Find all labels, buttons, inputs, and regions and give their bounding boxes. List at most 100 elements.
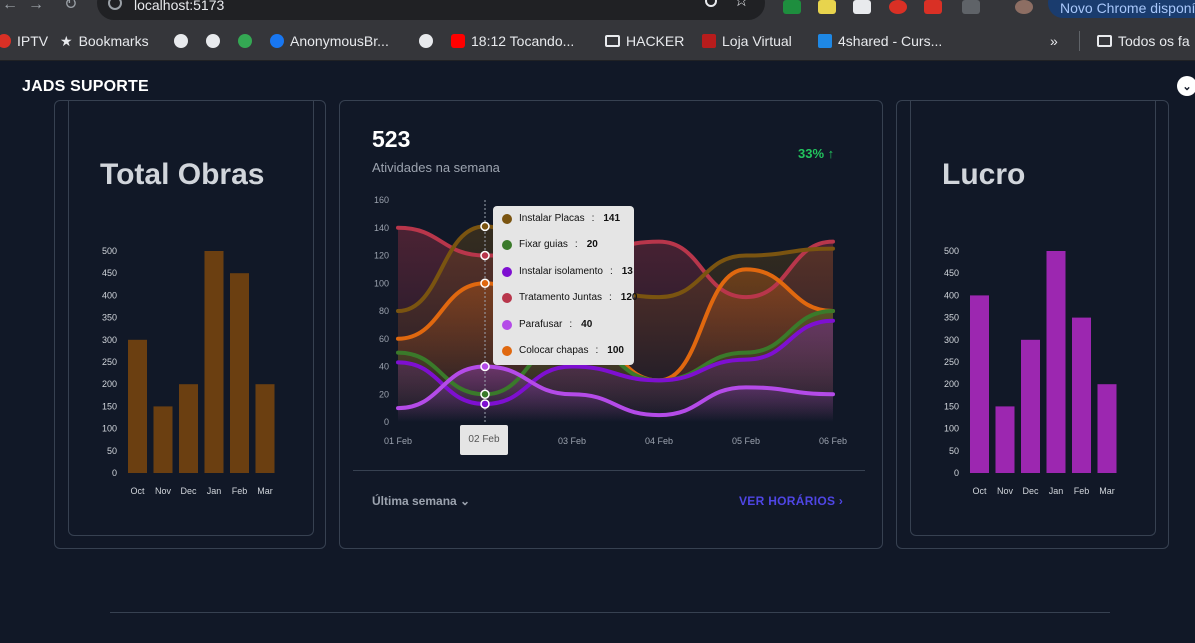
x-tick-label: 03 Feb: [558, 436, 586, 446]
y-tick-label: 350: [102, 313, 117, 323]
bookmark-anonymous[interactable]: AnonymousBr...: [270, 31, 389, 51]
y-tick-label: 100: [102, 424, 117, 434]
bookmark-iptv[interactable]: IPTV: [0, 31, 48, 51]
activities-change-badge: 33% ↑: [798, 146, 835, 161]
bar: [1072, 317, 1091, 473]
x-tick-label: 05 Feb: [732, 436, 760, 446]
y-tick-label: 160: [374, 195, 389, 205]
card-divider: [353, 470, 865, 471]
iptv-icon: [0, 34, 11, 48]
tooltip-row: Instalar Placas:141: [502, 213, 620, 224]
lucro-title: Lucro: [942, 158, 1026, 191]
y-tick-label: 250: [944, 357, 959, 367]
x-tick-label: Oct: [130, 486, 145, 496]
shield-extension-icon[interactable]: [889, 0, 907, 14]
bookmark-globe-1[interactable]: [174, 31, 188, 51]
facebook-icon: [270, 34, 284, 48]
chevron-down-icon[interactable]: ⌄: [1177, 76, 1195, 96]
chevron-right-icon: ›: [838, 494, 844, 508]
brand-title: JADS SUPORTE: [22, 78, 149, 95]
y-tick-label: 0: [954, 468, 959, 478]
y-tick-label: 0: [384, 417, 389, 427]
legend-dot-icon: [502, 239, 512, 250]
chevron-down-icon: ⌄: [460, 494, 471, 508]
reload-icon[interactable]: ↻: [64, 0, 77, 21]
browser-toolbar: ← → ↻ localhost:5173 ☆ Novo Chrome dispo…: [0, 0, 1195, 21]
globe-icon: [174, 34, 188, 48]
x-axis-tooltip: 02 Feb: [460, 425, 508, 455]
y-tick-label: 500: [102, 246, 117, 256]
y-tick-label: 40: [379, 362, 389, 372]
bookmark-4shared[interactable]: 4shared - Curs...: [818, 31, 942, 51]
star-icon: ★: [60, 32, 73, 49]
x-tick-label: Feb: [1074, 486, 1090, 496]
x-tick-label: Dec: [180, 486, 197, 496]
bookmark-all-folders[interactable]: Todos os fa: [1097, 31, 1190, 51]
y-tick-label: 200: [944, 379, 959, 389]
y-tick-label: 300: [102, 335, 117, 345]
bar: [153, 406, 173, 473]
folder-icon: [605, 35, 620, 47]
bar: [1097, 384, 1117, 473]
bar: [970, 295, 989, 473]
bookmarks-overflow-button[interactable]: »: [1050, 31, 1058, 51]
lucro-chart: 0 50 100 150 200 250 300 350 400 450 500 Oct Nov Dec J…: [944, 246, 1117, 496]
ver-horarios-link[interactable]: VER HORÁRIOS ›: [739, 494, 843, 508]
globe-icon: [419, 34, 433, 48]
url-text[interactable]: localhost:5173: [134, 0, 224, 13]
y-tick-label: 250: [102, 357, 117, 367]
bookmark-loja-virtual[interactable]: Loja Virtual: [702, 31, 792, 51]
bar: [1046, 251, 1066, 473]
total-obras-chart: 0 50 100 150 200 250 300 350 400 450 500 Oct Nov Dec J…: [102, 246, 275, 496]
back-icon[interactable]: ←: [2, 0, 18, 21]
y-tick-label: 150: [944, 401, 959, 411]
puzzle-icon[interactable]: [962, 0, 980, 14]
bookmarks-bar: IPTV ★ Bookmarks AnonymousBr... 18:12 Toc…: [0, 21, 1195, 61]
bar: [1021, 339, 1040, 473]
y-tick-label: 500: [944, 246, 959, 256]
y-tick-label: 300: [944, 335, 959, 345]
camera-extension-icon[interactable]: [853, 0, 871, 14]
tooltip-row: Tratamento Juntas:120: [502, 292, 637, 303]
store-icon: [702, 34, 716, 48]
range-dropdown[interactable]: Última semana ⌄: [372, 494, 470, 508]
x-tick-label: Oct: [972, 486, 987, 496]
profile-avatar[interactable]: [1015, 0, 1033, 14]
x-tick-label: Dec: [1022, 486, 1039, 496]
x-tick-label: Nov: [155, 486, 172, 496]
update-button[interactable]: Novo Chrome disponível: [1048, 0, 1195, 18]
bookmark-youtube[interactable]: 18:12 Tocando...: [451, 31, 574, 51]
extension-icon[interactable]: [783, 0, 801, 14]
address-bar[interactable]: localhost:5173 ☆: [97, 0, 765, 20]
y-tick-label: 60: [379, 334, 389, 344]
y-tick-label: 20: [379, 389, 389, 399]
legend-dot-icon: [502, 319, 512, 330]
bookmark-globe-3[interactable]: [419, 31, 433, 51]
js-extension-icon[interactable]: [818, 0, 836, 14]
y-tick-label: 100: [944, 424, 959, 434]
y-tick-label: 450: [944, 268, 959, 278]
bookmark-star-icon[interactable]: ☆: [734, 0, 749, 11]
stop-extension-icon[interactable]: [924, 0, 942, 14]
x-tick-label: 06 Feb: [819, 436, 847, 446]
bookmark-bookmarks[interactable]: ★ Bookmarks: [60, 31, 149, 51]
tooltip-row: Parafusar:40: [502, 319, 592, 330]
chart-tooltip: Instalar Placas:141 Fixar guias:20 Insta…: [493, 206, 637, 365]
activities-subtitle: Atividades na semana: [372, 160, 500, 175]
folder-icon: [1097, 35, 1112, 47]
forward-icon[interactable]: →: [28, 0, 44, 21]
zoom-icon[interactable]: [705, 0, 717, 7]
bookmark-globe-2[interactable]: [206, 31, 220, 51]
bar: [128, 339, 147, 473]
bar: [255, 384, 275, 473]
bar: [995, 406, 1015, 473]
legend-dot-icon: [502, 266, 512, 277]
y-tick-label: 50: [107, 446, 117, 456]
site-info-icon[interactable]: [108, 0, 122, 10]
y-tick-label: 0: [112, 468, 117, 478]
legend-dot-icon: [502, 213, 512, 224]
legend-dot-icon: [502, 292, 512, 303]
bookmark-hacker[interactable]: HACKER: [605, 31, 684, 51]
bookmark-maps[interactable]: [238, 31, 252, 51]
x-tick-label: 04 Feb: [645, 436, 673, 446]
